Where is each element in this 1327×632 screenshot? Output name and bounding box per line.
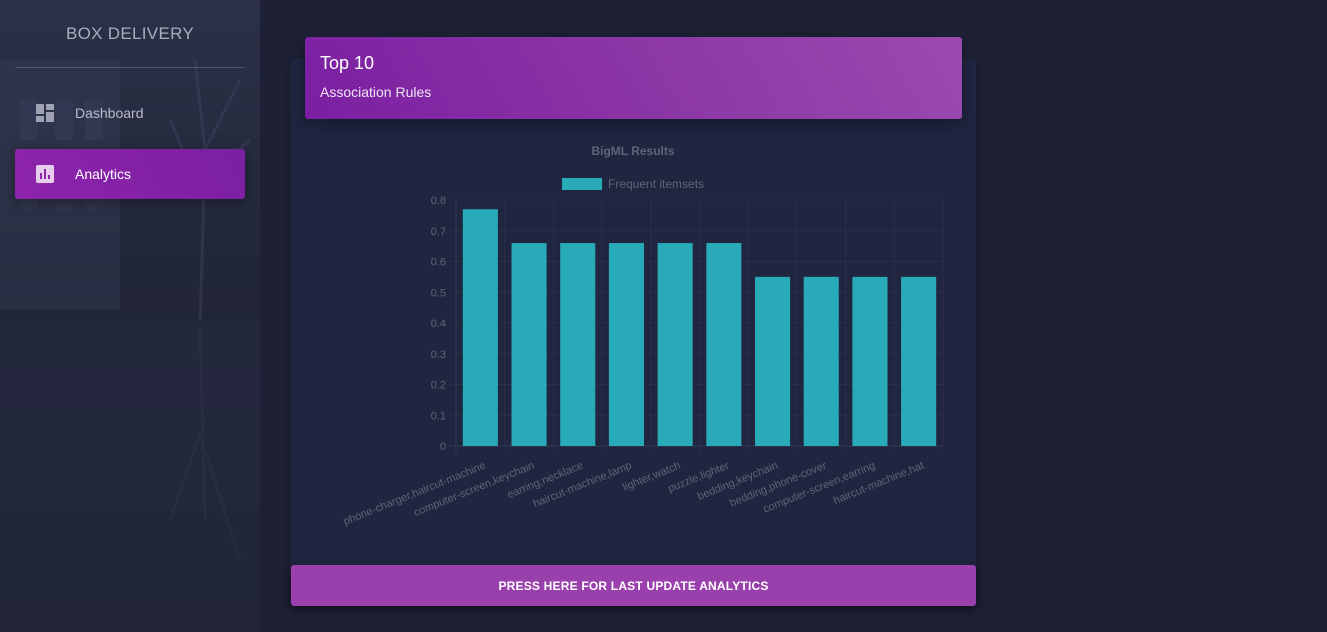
card-title: Top 10 — [320, 53, 375, 73]
y-tick-label: 0.8 — [431, 195, 446, 207]
legend-label[interactable]: Frequent itemsets — [608, 177, 704, 191]
analytics-icon — [35, 164, 55, 184]
y-tick-label: 0.1 — [431, 410, 446, 422]
card-header: Top 10 Association Rules — [305, 37, 962, 119]
y-tick-label: 0.6 — [431, 257, 446, 269]
sidebar-item-label: Analytics — [75, 166, 132, 182]
legend-swatch[interactable] — [562, 178, 602, 190]
bar-chart: BigML Results Frequent itemsets 0 0.1 0.2 0… — [342, 144, 944, 528]
dashboard-icon — [35, 103, 55, 123]
bar[interactable] — [462, 209, 498, 446]
y-tick-label: 0.7 — [431, 226, 446, 238]
y-tick-label: 0.2 — [431, 380, 446, 392]
sidebar-item-dashboard[interactable]: Dashboard — [15, 88, 245, 138]
bar[interactable] — [560, 243, 596, 446]
bar[interactable] — [803, 276, 839, 446]
card-subtitle: Association Rules — [320, 84, 432, 100]
last-update-analytics-button[interactable]: PRESS HERE FOR LAST UPDATE ANALYTICS — [291, 565, 976, 606]
bar[interactable] — [511, 243, 547, 446]
sidebar-item-analytics[interactable]: Analytics — [15, 149, 245, 199]
brand-divider — [15, 67, 245, 68]
chart-title: BigML Results — [591, 144, 674, 158]
y-tick-label: 0.5 — [431, 287, 446, 299]
bar[interactable] — [901, 276, 937, 446]
bar[interactable] — [657, 243, 693, 446]
sidebar: BOX DELIVERY Dashboard Analytics — [0, 0, 260, 632]
bar[interactable] — [608, 243, 644, 446]
sidebar-item-label: Dashboard — [75, 105, 144, 121]
bar[interactable] — [755, 276, 791, 446]
y-tick-label: 0.4 — [431, 318, 446, 330]
bar[interactable] — [706, 243, 742, 446]
brand-title[interactable]: BOX DELIVERY — [0, 0, 260, 67]
bar[interactable] — [852, 276, 888, 446]
y-tick-label: 0 — [440, 441, 446, 453]
y-tick-label: 0.3 — [431, 349, 446, 361]
